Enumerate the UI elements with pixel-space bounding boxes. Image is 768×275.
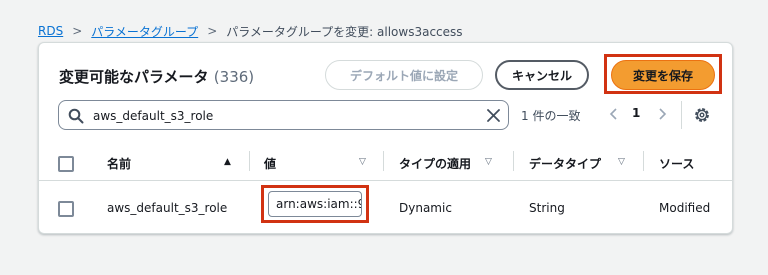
- chevron-right-icon: >: [207, 24, 218, 38]
- breadcrumb: RDS > パラメータグループ > パラメータグループを変更: allows3a…: [38, 22, 463, 40]
- column-header-data-type[interactable]: データタイプ: [529, 155, 601, 172]
- row-checkbox[interactable]: [58, 201, 74, 217]
- breadcrumb-rds[interactable]: RDS: [38, 24, 63, 38]
- column-divider: [249, 151, 250, 171]
- chevron-right-icon[interactable]: [655, 106, 669, 122]
- breadcrumb-current: パラメータグループを変更: allows3access: [226, 24, 463, 39]
- select-all-checkbox[interactable]: [58, 156, 74, 172]
- save-changes-button[interactable]: 変更を保存: [611, 60, 715, 90]
- clear-icon[interactable]: [486, 108, 501, 123]
- cell-source: Modified: [659, 201, 711, 215]
- cancel-button[interactable]: キャンセル: [495, 60, 589, 90]
- parameter-value-input[interactable]: arn:aws:iam::9: [268, 191, 362, 217]
- cell-apply-type: Dynamic: [399, 201, 452, 215]
- column-header-apply-type[interactable]: タイプの適用: [399, 155, 471, 172]
- column-divider: [383, 151, 384, 171]
- column-divider: [643, 151, 644, 171]
- pagination-divider: [681, 101, 682, 129]
- cell-name: aws_default_s3_role: [107, 201, 228, 215]
- header-divider: [39, 180, 732, 181]
- column-divider: [513, 151, 514, 171]
- reset-defaults-button[interactable]: デフォルト値に設定: [325, 60, 483, 90]
- breadcrumb-parameter-groups[interactable]: パラメータグループ: [91, 23, 198, 40]
- search-field[interactable]: [58, 100, 509, 130]
- column-header-value[interactable]: 値: [264, 155, 276, 172]
- chevron-left-icon[interactable]: [607, 106, 621, 122]
- parameter-count: (336): [213, 68, 255, 86]
- sort-icon[interactable]: ▽: [359, 157, 366, 167]
- panel-title-text: 変更可能なパラメータ: [59, 68, 209, 86]
- search-icon: [68, 108, 84, 124]
- sort-icon[interactable]: ▽: [618, 157, 625, 167]
- sort-icon[interactable]: ▽: [485, 157, 492, 167]
- current-page[interactable]: 1: [632, 106, 640, 120]
- column-header-source[interactable]: ソース: [659, 155, 694, 172]
- match-count: 1 件の一致: [521, 109, 581, 123]
- chevron-right-icon: >: [72, 24, 83, 38]
- parameters-panel: 変更可能なパラメータ (336) デフォルト値に設定 キャンセル 変更を保存 1…: [38, 42, 733, 234]
- sort-ascending-icon[interactable]: ▲: [224, 157, 231, 167]
- panel-title: 変更可能なパラメータ (336): [59, 66, 254, 87]
- cell-data-type: String: [529, 201, 565, 215]
- search-input[interactable]: [91, 105, 475, 127]
- settings-icon[interactable]: [693, 106, 711, 124]
- column-header-name[interactable]: 名前: [107, 155, 131, 172]
